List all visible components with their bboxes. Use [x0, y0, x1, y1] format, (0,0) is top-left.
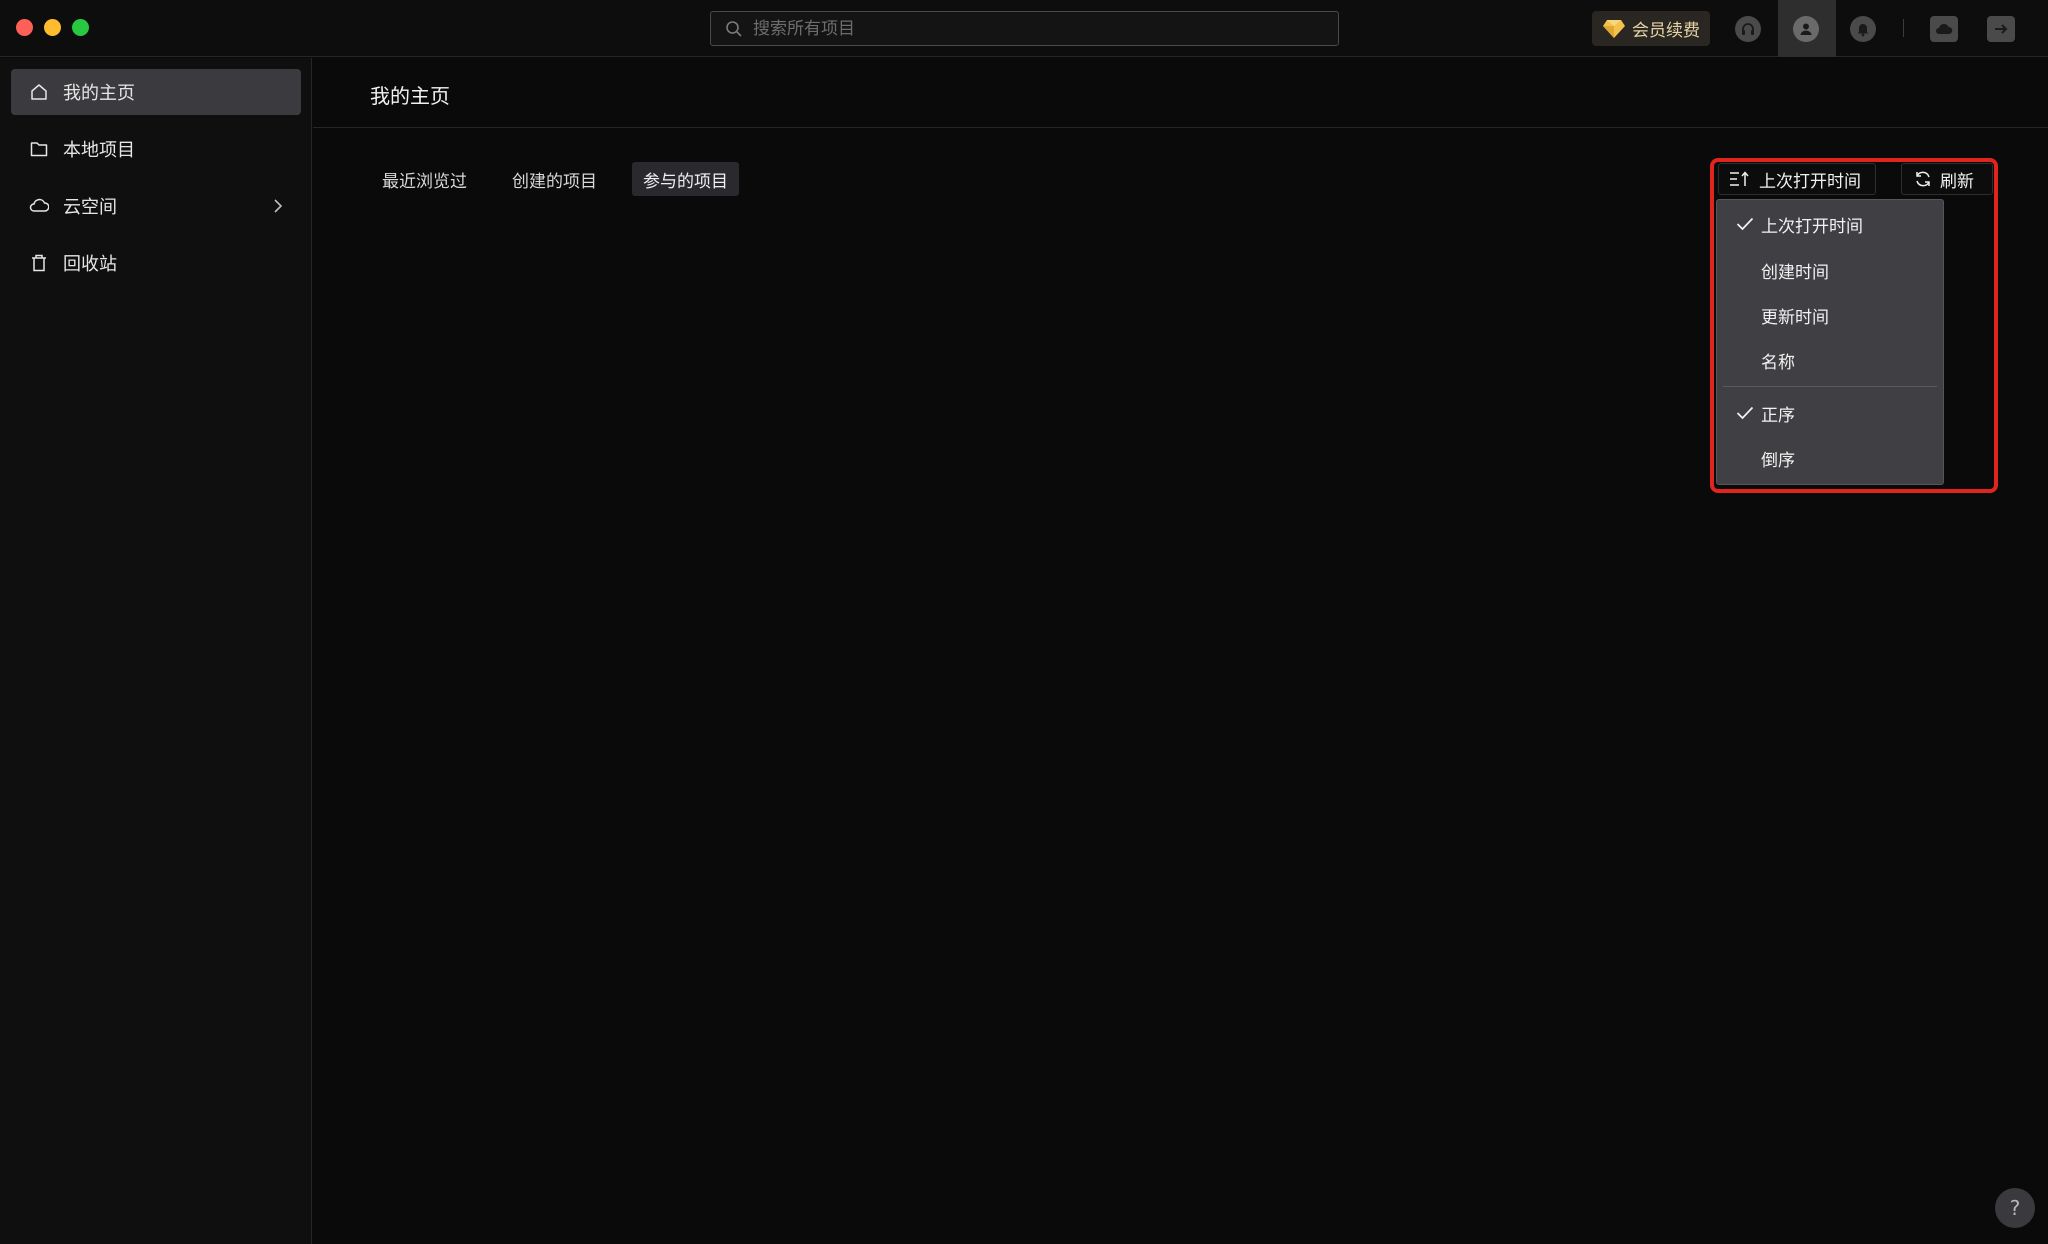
sort-option-label: 更新时间 [1761, 307, 1829, 328]
sort-dropdown-menu: 上次打开时间 创建时间 更新时间 名称 正序 倒序 [1716, 199, 1944, 485]
refresh-button[interactable]: 刷新 [1901, 163, 1993, 195]
refresh-icon [1916, 171, 1930, 187]
toolbar-divider [1903, 19, 1904, 37]
tab-recently-viewed[interactable]: 最近浏览过 [371, 162, 478, 196]
sidebar-item-label: 我的主页 [63, 83, 135, 104]
sidebar: 我的主页 本地项目 云空间 回收站 [0, 58, 312, 1244]
sort-option-label: 上次打开时间 [1761, 216, 1863, 237]
sidebar-item-trash[interactable]: 回收站 [11, 240, 301, 286]
search-input[interactable] [753, 18, 1313, 39]
cloud-icon [29, 196, 49, 216]
sort-option-last-opened[interactable]: 上次打开时间 [1717, 202, 1943, 246]
menu-divider [1723, 386, 1937, 387]
home-icon [29, 82, 49, 102]
sidebar-item-cloud-space[interactable]: 云空间 [11, 183, 301, 229]
page-title: 我的主页 [370, 84, 450, 108]
title-bar: 会员续费 [0, 0, 2048, 57]
vip-renew-button[interactable]: 会员续费 [1592, 11, 1710, 46]
sort-option-created-time[interactable]: 创建时间 [1717, 248, 1943, 292]
refresh-button-label: 刷新 [1940, 171, 1974, 192]
sidebar-item-label: 回收站 [63, 254, 117, 275]
diamond-icon [1603, 19, 1625, 38]
maximize-window-button[interactable] [72, 19, 89, 36]
search-icon [726, 20, 742, 37]
check-icon [1736, 406, 1756, 420]
sort-order-label: 正序 [1761, 405, 1795, 426]
help-button[interactable]: ? [1995, 1188, 2035, 1228]
cloud-box-icon[interactable] [1930, 16, 1958, 42]
sidebar-item-label: 本地项目 [63, 140, 135, 161]
tab-joined-projects[interactable]: 参与的项目 [632, 162, 739, 196]
vip-renew-label: 会员续费 [1632, 21, 1700, 41]
sidebar-item-local-projects[interactable]: 本地项目 [11, 126, 301, 172]
sort-option-label: 名称 [1761, 352, 1795, 373]
check-icon [1736, 217, 1756, 231]
headset-icon[interactable] [1735, 16, 1761, 42]
sidebar-item-home[interactable]: 我的主页 [11, 69, 301, 115]
search-box[interactable] [710, 11, 1339, 46]
close-window-button[interactable] [16, 19, 33, 36]
sort-icon [1730, 171, 1749, 186]
trash-icon [29, 253, 49, 273]
bell-icon[interactable] [1850, 16, 1876, 42]
sort-button[interactable]: 上次打开时间 [1718, 163, 1876, 195]
sort-order-ascending[interactable]: 正序 [1717, 391, 1943, 435]
exit-icon[interactable] [1987, 16, 2015, 42]
user-avatar-icon[interactable] [1793, 16, 1819, 42]
sort-option-updated-time[interactable]: 更新时间 [1717, 293, 1943, 337]
chevron-right-icon [274, 199, 283, 213]
sort-button-label: 上次打开时间 [1759, 171, 1861, 192]
page-header: 我的主页 [313, 58, 2048, 128]
sort-option-label: 创建时间 [1761, 262, 1829, 283]
folder-icon [29, 139, 49, 159]
sort-order-descending[interactable]: 倒序 [1717, 436, 1943, 480]
sort-order-label: 倒序 [1761, 450, 1795, 471]
minimize-window-button[interactable] [44, 19, 61, 36]
tab-created-projects[interactable]: 创建的项目 [501, 162, 608, 196]
sort-option-name[interactable]: 名称 [1717, 338, 1943, 382]
sidebar-item-label: 云空间 [63, 197, 117, 218]
